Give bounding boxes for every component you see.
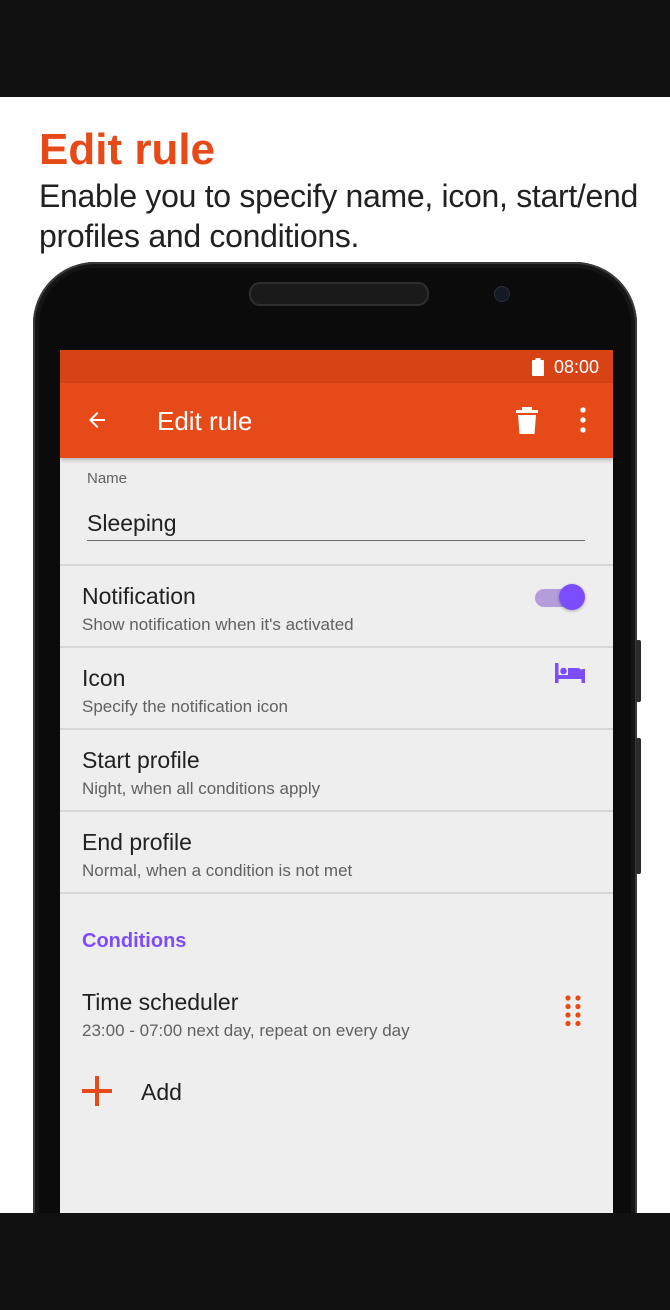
drag-handle-icon[interactable] [564,994,582,1028]
top-letterbox [0,0,670,97]
promo-title: Edit rule [39,125,216,174]
conditions-header: Conditions [82,930,187,952]
app-bar: Edit rule [60,383,613,458]
icon-title: Icon [82,665,126,691]
notification-row[interactable]: Notification Show notification when it's… [60,566,613,646]
condition-item[interactable]: Time scheduler 23:00 - 07:00 next day, r… [60,972,613,1052]
volume-button [636,640,641,702]
plus-icon [82,1076,112,1106]
name-field-group: Name Sleeping [60,458,613,564]
divider [60,892,613,894]
name-label: Name [87,470,128,487]
arrow-back-icon[interactable] [85,408,109,432]
end-profile-row[interactable]: End profile Normal, when a condition is … [60,812,613,892]
bed-icon [555,663,585,683]
notification-title: Notification [82,583,196,609]
speaker-grille [249,282,429,306]
add-condition-button[interactable]: Add [60,1068,613,1118]
trash-icon[interactable] [515,407,539,434]
front-camera [494,286,510,302]
bottom-letterbox [0,1213,670,1310]
start-profile-row[interactable]: Start profile Night, when all conditions… [60,730,613,810]
phone-screen: 08:00 Edit rule Name Sleeping Notificati… [60,350,613,1213]
notification-subtitle: Show notification when it's activated [82,615,354,634]
icon-row[interactable]: Icon Specify the notification icon [60,648,613,728]
promo-description: Enable you to specify name, icon, start/… [39,178,639,254]
add-label: Add [141,1079,182,1105]
app-bar-title: Edit rule [157,406,253,436]
start-profile-subtitle: Night, when all conditions apply [82,779,321,798]
condition-title: Time scheduler [82,989,239,1015]
toggle-thumb [559,584,585,610]
end-profile-title: End profile [82,829,192,855]
more-vert-icon[interactable] [571,407,595,433]
status-time: 08:00 [554,357,600,377]
condition-subtitle: 23:00 - 07:00 next day, repeat on every … [82,1021,410,1040]
battery-full-icon [532,358,544,376]
power-button [636,738,641,874]
status-bar: 08:00 [60,350,613,383]
start-profile-title: Start profile [82,747,200,773]
icon-subtitle: Specify the notification icon [82,697,289,716]
end-profile-subtitle: Normal, when a condition is not met [82,861,353,880]
name-input[interactable]: Sleeping [87,508,585,541]
notification-toggle[interactable] [535,581,587,611]
